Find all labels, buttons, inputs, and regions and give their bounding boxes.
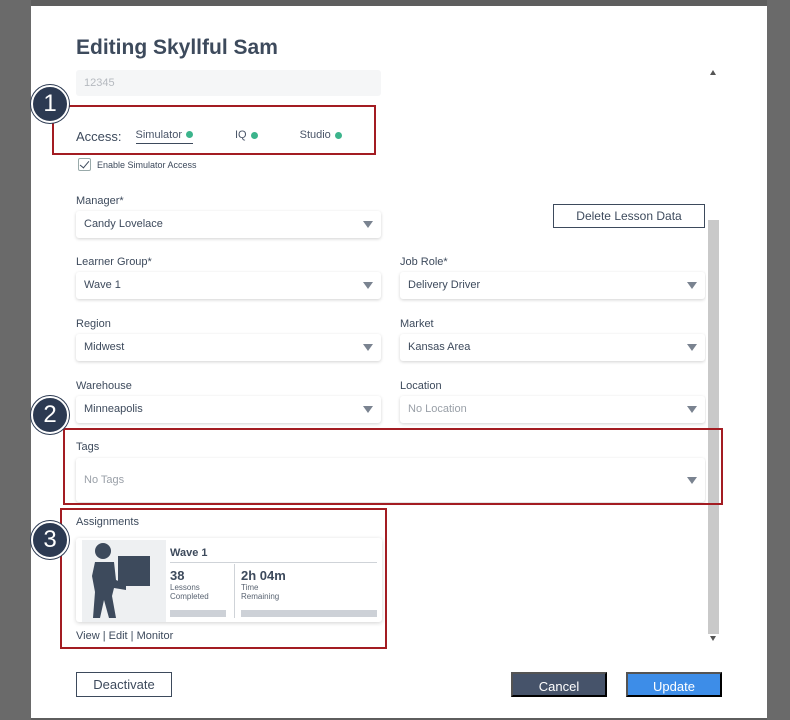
callout-badge-1: 1 (31, 85, 69, 123)
market-value: Kansas Area (408, 341, 471, 353)
learner-group-label: Learner Group* (76, 256, 152, 268)
chevron-down-icon (687, 344, 697, 351)
chevron-down-icon (363, 406, 373, 413)
manager-value: Candy Lovelace (84, 218, 163, 230)
background-right (767, 0, 790, 720)
region-select[interactable]: Midwest (76, 334, 381, 361)
callout-box-2 (63, 428, 723, 505)
deactivate-button[interactable]: Deactivate (76, 672, 172, 697)
chevron-down-icon (363, 344, 373, 351)
callout-badge-2: 2 (31, 396, 69, 434)
region-label: Region (76, 318, 111, 330)
market-label: Market (400, 318, 434, 330)
chevron-down-icon (687, 282, 697, 289)
enable-simulator-checkbox[interactable] (78, 158, 91, 171)
callout-box-1 (52, 105, 376, 155)
chevron-down-icon (363, 282, 373, 289)
callout-badge-3: 3 (31, 521, 69, 559)
location-placeholder: No Location (408, 403, 467, 415)
scroll-down-arrow-icon[interactable] (710, 636, 716, 641)
location-label: Location (400, 380, 442, 392)
job-role-value: Delivery Driver (408, 279, 481, 291)
location-select[interactable]: No Location (400, 396, 705, 423)
learner-group-value: Wave 1 (84, 279, 121, 291)
delete-lesson-data-button[interactable]: Delete Lesson Data (553, 204, 705, 228)
scroll-up-arrow-icon[interactable] (710, 70, 716, 75)
enable-simulator-label: Enable Simulator Access (97, 159, 197, 170)
job-role-label: Job Role* (400, 256, 448, 268)
employee-id-field[interactable]: 12345 (76, 70, 381, 96)
cancel-button[interactable]: Cancel (511, 672, 607, 697)
update-button[interactable]: Update (626, 672, 722, 697)
manager-label: Manager* (76, 195, 124, 207)
background-left (0, 0, 31, 720)
market-select[interactable]: Kansas Area (400, 334, 705, 361)
learner-group-select[interactable]: Wave 1 (76, 272, 381, 299)
chevron-down-icon (363, 221, 373, 228)
region-value: Midwest (84, 341, 125, 353)
job-role-select[interactable]: Delivery Driver (400, 272, 705, 299)
warehouse-value: Minneapolis (84, 403, 143, 415)
callout-box-3 (60, 508, 387, 649)
warehouse-select[interactable]: Minneapolis (76, 396, 381, 423)
scrollbar-thumb[interactable] (708, 220, 719, 634)
chevron-down-icon (687, 406, 697, 413)
warehouse-label: Warehouse (76, 380, 132, 392)
manager-select[interactable]: Candy Lovelace (76, 211, 381, 238)
page-title: Editing Skyllful Sam (76, 36, 278, 59)
enable-simulator-row: Enable Simulator Access (78, 158, 197, 171)
